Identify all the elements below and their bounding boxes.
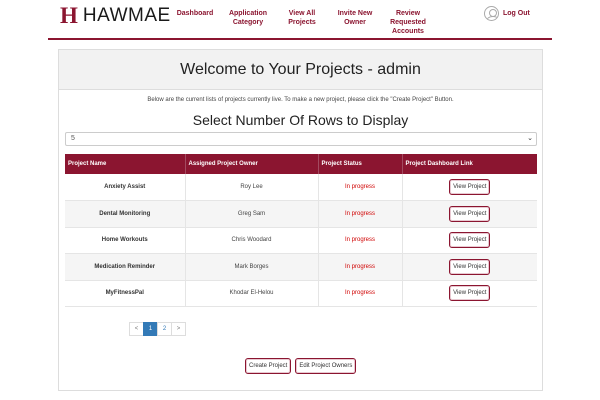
brand-mark: H — [60, 3, 78, 28]
pagination: < 1 2 > — [129, 322, 186, 336]
panel-header: Welcome to Your Projects - admin — [59, 50, 542, 90]
project-name: Home Workouts — [65, 227, 186, 254]
table-row: Dental Monitoring Greg Sam In progress V… — [65, 200, 537, 228]
nav-invite-new-owner[interactable]: Invite New Owner — [334, 9, 376, 27]
project-link-cell: View Project — [402, 253, 537, 281]
table-row: Anxiety Assist Roy Lee In progress View … — [65, 174, 537, 201]
col-assigned-owner: Assigned Project Owner — [185, 154, 319, 174]
view-project-button[interactable]: View Project — [449, 232, 491, 249]
project-link-cell: View Project — [402, 227, 537, 254]
intro-text: Below are the current lists of projects … — [147, 97, 454, 103]
action-buttons: Create Project Edit Project Owners — [245, 358, 357, 374]
projects-panel: Welcome to Your Projects - admin Below a… — [58, 49, 543, 391]
brand-logo[interactable]: H HAWMAE — [60, 3, 171, 28]
project-owner: Chris Woodard — [185, 227, 319, 254]
project-name: MyFitnessPal — [65, 280, 186, 307]
project-name: Medication Reminder — [65, 253, 186, 281]
pagination-page-1[interactable]: 1 — [143, 322, 158, 336]
rows-select-value: 5 — [71, 135, 75, 142]
nav-review-requested-accounts[interactable]: Review Requested Accounts — [388, 9, 428, 36]
user-circle-icon — [484, 6, 499, 21]
col-dashboard-link: Project Dashboard Link — [402, 154, 537, 174]
edit-project-owners-button[interactable]: Edit Project Owners — [295, 358, 357, 374]
project-name: Anxiety Assist — [65, 174, 186, 201]
nav-dashboard[interactable]: Dashboard — [174, 9, 216, 18]
table-row: Home Workouts Chris Woodard In progress … — [65, 227, 537, 254]
pagination-page-2[interactable]: 2 — [157, 322, 172, 336]
nav-view-all-projects[interactable]: View All Projects — [286, 9, 318, 27]
brand-name: HAWMAE — [82, 5, 171, 26]
project-owner: Mark Borges — [185, 253, 319, 281]
pagination-prev[interactable]: < — [129, 322, 144, 336]
page-title: Welcome to Your Projects - admin — [180, 60, 421, 78]
project-owner: Khodar El-Helou — [185, 280, 319, 307]
pagination-next[interactable]: > — [171, 322, 186, 336]
project-link-cell: View Project — [402, 174, 537, 201]
projects-table: Project Name Assigned Project Owner Proj… — [65, 154, 537, 307]
header-divider — [48, 38, 552, 40]
project-name: Dental Monitoring — [65, 200, 186, 228]
project-status: In progress — [318, 200, 403, 228]
rows-select-title: Select Number Of Rows to Display — [192, 112, 409, 128]
project-status: In progress — [318, 227, 403, 254]
table-header-row: Project Name Assigned Project Owner Proj… — [65, 154, 537, 174]
view-project-button[interactable]: View Project — [449, 285, 491, 302]
project-status: In progress — [318, 280, 403, 307]
project-link-cell: View Project — [402, 280, 537, 307]
view-project-button[interactable]: View Project — [449, 258, 491, 275]
project-status: In progress — [318, 253, 403, 281]
nav-application-category[interactable]: Application Category — [226, 9, 270, 27]
rows-per-page-select[interactable]: 5 ⌄ — [65, 132, 537, 146]
project-owner: Greg Sam — [185, 200, 319, 228]
top-header: H HAWMAE Dashboard Application Category … — [0, 0, 600, 44]
user-menu[interactable]: Log Out — [484, 6, 530, 21]
chevron-down-icon: ⌄ — [527, 135, 533, 142]
project-owner: Roy Lee — [185, 174, 319, 201]
logout-link[interactable]: Log Out — [503, 10, 530, 17]
table-row: MyFitnessPal Khodar El-Helou In progress… — [65, 280, 537, 307]
view-project-button[interactable]: View Project — [449, 205, 491, 222]
col-project-name: Project Name — [65, 154, 186, 174]
table-row: Medication Reminder Mark Borges In progr… — [65, 253, 537, 281]
project-link-cell: View Project — [402, 200, 537, 228]
project-status: In progress — [318, 174, 403, 201]
create-project-button[interactable]: Create Project — [245, 358, 292, 374]
view-project-button[interactable]: View Project — [449, 179, 491, 195]
col-project-status: Project Status — [318, 154, 403, 174]
